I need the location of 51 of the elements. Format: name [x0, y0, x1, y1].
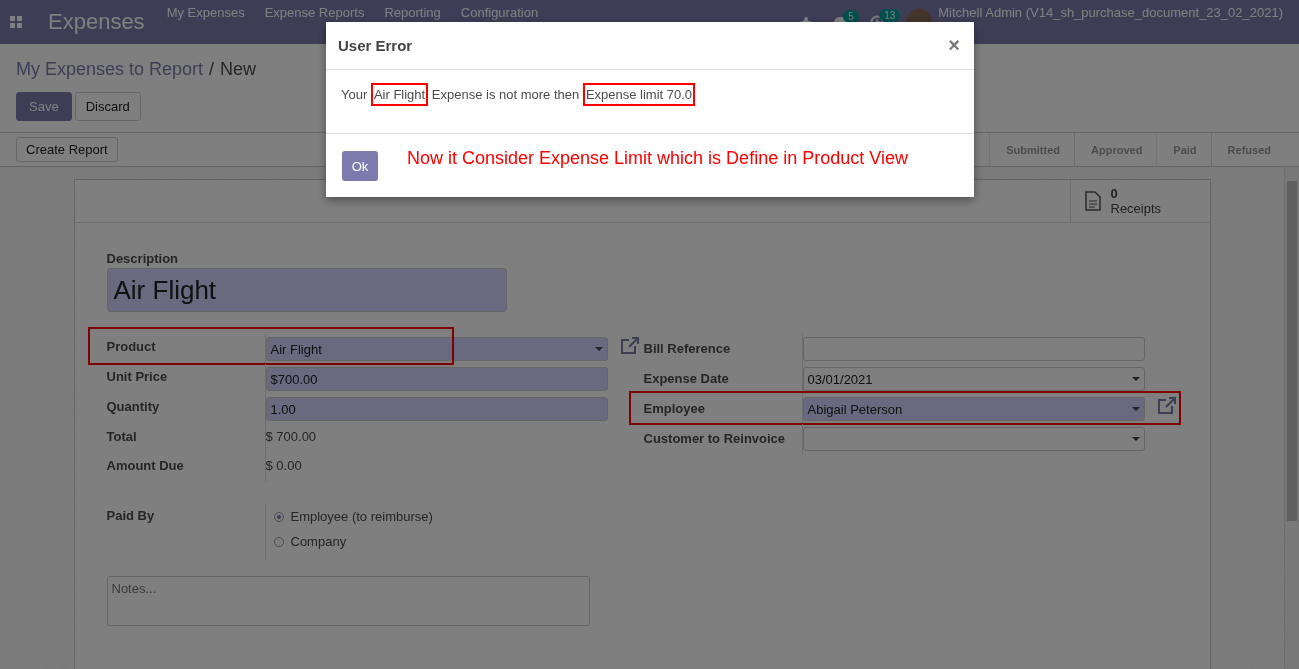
create-report-button[interactable]: Create Report — [16, 137, 118, 162]
apps-menu-icon[interactable] — [10, 16, 22, 28]
menu-item[interactable]: Configuration — [460, 5, 539, 20]
ok-button[interactable]: Ok — [342, 151, 378, 181]
receipts-label: Receipts — [1110, 201, 1162, 216]
field-label: Amount Due — [106, 453, 266, 482]
field-value: $ 0.00 — [265, 457, 303, 475]
field-label: Customer to Reinvoice — [643, 424, 803, 454]
external-link-icon[interactable] — [1156, 397, 1177, 415]
radio-label[interactable]: Company — [290, 534, 347, 549]
field-label: Total — [106, 424, 266, 453]
app-title: Expenses — [48, 9, 145, 35]
annotation-text: Now it Consider Expense Limit which is Define in Product View — [407, 148, 908, 169]
document-icon — [1084, 191, 1101, 211]
field-label: Bill Reference — [643, 334, 803, 364]
dropdown-field[interactable]: 03/01/2021 — [802, 367, 1145, 391]
close-button[interactable]: × — [948, 34, 960, 57]
input-field[interactable] — [802, 337, 1145, 361]
description-field[interactable]: Air Flight — [106, 268, 507, 312]
field-label: Employee — [643, 394, 803, 424]
field-value: $ 700.00 — [265, 428, 318, 446]
save-button[interactable]: Save — [16, 92, 72, 121]
dropdown-field[interactable] — [802, 427, 1145, 451]
receipt-count: 0 — [1110, 186, 1119, 201]
field-label: Product — [106, 334, 266, 364]
field-label: Paid By — [106, 504, 266, 560]
receipts-button[interactable]: 0 Receipts — [1069, 180, 1210, 222]
scrollbar[interactable] — [1284, 167, 1299, 669]
notes-field[interactable]: Notes... — [106, 576, 590, 626]
dropdown-field[interactable]: Air Flight — [265, 337, 608, 361]
external-link-icon[interactable] — [619, 337, 640, 355]
error-message: Your Air Flight Expense is not more then Expense limit 70.0 — [341, 83, 696, 106]
dialog-title: User Error — [338, 37, 413, 54]
field-label: Quantity — [106, 394, 266, 424]
field-label: Description — [106, 251, 179, 266]
count-badge: 13 — [879, 9, 901, 22]
dropdown-field[interactable]: Abigail Peterson — [802, 397, 1145, 421]
input-field[interactable]: $700.00 — [265, 367, 608, 391]
menu-item[interactable]: My Expenses — [166, 5, 245, 20]
menu-item[interactable]: Expense Reports — [264, 5, 365, 20]
breadcrumb-link[interactable]: My Expenses to Report — [16, 58, 204, 80]
user-name[interactable]: Mitchell Admin (V14_sh_purchase_document_23_02_2021) — [938, 5, 1283, 20]
discard-button[interactable]: Discard — [74, 92, 141, 121]
breadcrumb-current: New — [220, 58, 257, 80]
breadcrumb-separator: / — [209, 58, 215, 80]
radio-label[interactable]: Employee (to reimburse) — [290, 509, 433, 524]
menu-item[interactable]: Reporting — [384, 5, 441, 20]
field-label: Unit Price — [106, 364, 266, 394]
field-label: Expense Date — [643, 364, 803, 394]
input-field[interactable]: 1.00 — [265, 397, 608, 421]
count-badge: 5 — [843, 9, 859, 23]
